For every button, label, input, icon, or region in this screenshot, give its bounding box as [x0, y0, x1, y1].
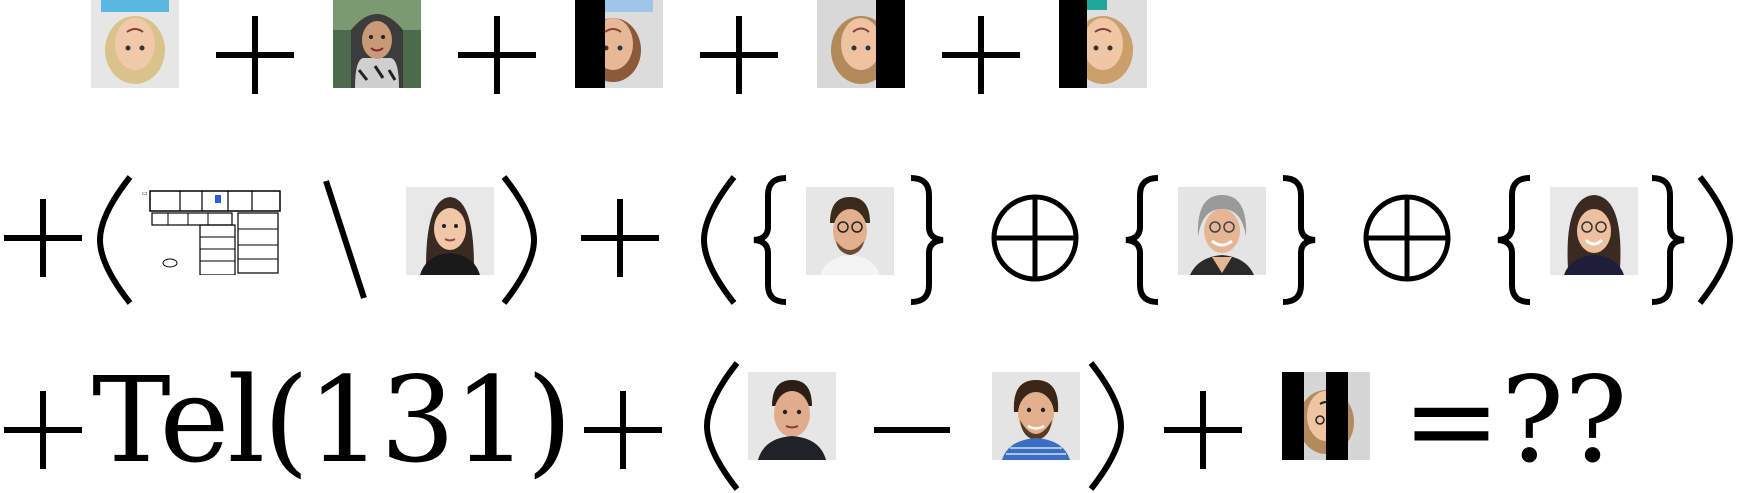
equation-row-3: Tel(131) =?? — [0, 355, 1738, 493]
face-photo-man-glasses — [806, 187, 894, 275]
plus-sign — [700, 16, 778, 94]
left-parenthesis — [96, 175, 133, 305]
left-brace — [1125, 175, 1159, 305]
floor-plan-map: ▭ — [140, 185, 285, 275]
face-man-glasses-icon — [806, 187, 894, 275]
plus-sign — [584, 391, 662, 469]
left-brace — [753, 175, 787, 305]
floor-plan-icon: ▭ — [142, 190, 281, 275]
face-photo-upside-down-double-masked — [1282, 372, 1370, 460]
backslash-set-minus — [323, 180, 367, 299]
face-half-masked-icon — [575, 0, 663, 88]
right-brace — [1282, 175, 1316, 305]
right-parenthesis — [1697, 175, 1734, 305]
face-photo-young-man — [748, 372, 836, 460]
face-young-man-icon — [748, 372, 836, 460]
face-double-masked-icon — [1282, 372, 1370, 460]
plus-sign — [4, 199, 82, 277]
face-photo-woman-glasses — [1550, 187, 1638, 275]
svg-text:▭: ▭ — [142, 190, 148, 197]
right-brace — [1651, 175, 1685, 305]
result-unknown-text: =?? — [1402, 351, 1628, 489]
face-photo-upside-down-left-half-masked — [575, 0, 663, 88]
face-photo-woman-hijab — [333, 0, 421, 88]
face-photo-bearded-man — [992, 372, 1080, 460]
right-brace — [910, 175, 944, 305]
face-grey-hair-icon — [1178, 187, 1266, 275]
tel-function-text: Tel(131) — [92, 351, 572, 489]
circled-plus-operator — [1363, 194, 1451, 282]
plus-sign — [581, 199, 659, 277]
face-woman-glasses-icon — [1550, 187, 1638, 275]
plus-sign — [942, 16, 1020, 94]
face-upside-down-icon — [91, 0, 179, 88]
right-parenthesis — [501, 175, 538, 305]
circled-plus-operator — [991, 194, 1079, 282]
left-brace — [1497, 175, 1531, 305]
face-bearded-man-icon — [992, 372, 1080, 460]
face-photo-upside-down-right-half-masked — [817, 0, 905, 88]
face-woman-icon — [406, 187, 494, 275]
face-half-masked-icon — [817, 0, 905, 88]
left-parenthesis — [703, 361, 740, 491]
face-photo-upside-down-teal-half-masked — [1059, 0, 1147, 88]
face-photo-young-woman — [406, 187, 494, 275]
plus-sign — [1164, 391, 1242, 469]
equation-row-2: ▭ — [0, 165, 1738, 310]
face-half-masked-icon — [1059, 0, 1147, 88]
right-parenthesis — [1088, 361, 1125, 491]
face-photo-upside-down-blonde — [91, 0, 179, 88]
plus-sign — [216, 16, 294, 94]
plus-sign — [458, 16, 536, 94]
minus-sign — [874, 427, 950, 433]
equation-row-1 — [0, 0, 1738, 100]
face-photo-grey-haired-woman — [1178, 187, 1266, 275]
face-hijab-icon — [333, 0, 421, 88]
plus-sign — [4, 391, 82, 469]
left-parenthesis — [700, 175, 737, 305]
